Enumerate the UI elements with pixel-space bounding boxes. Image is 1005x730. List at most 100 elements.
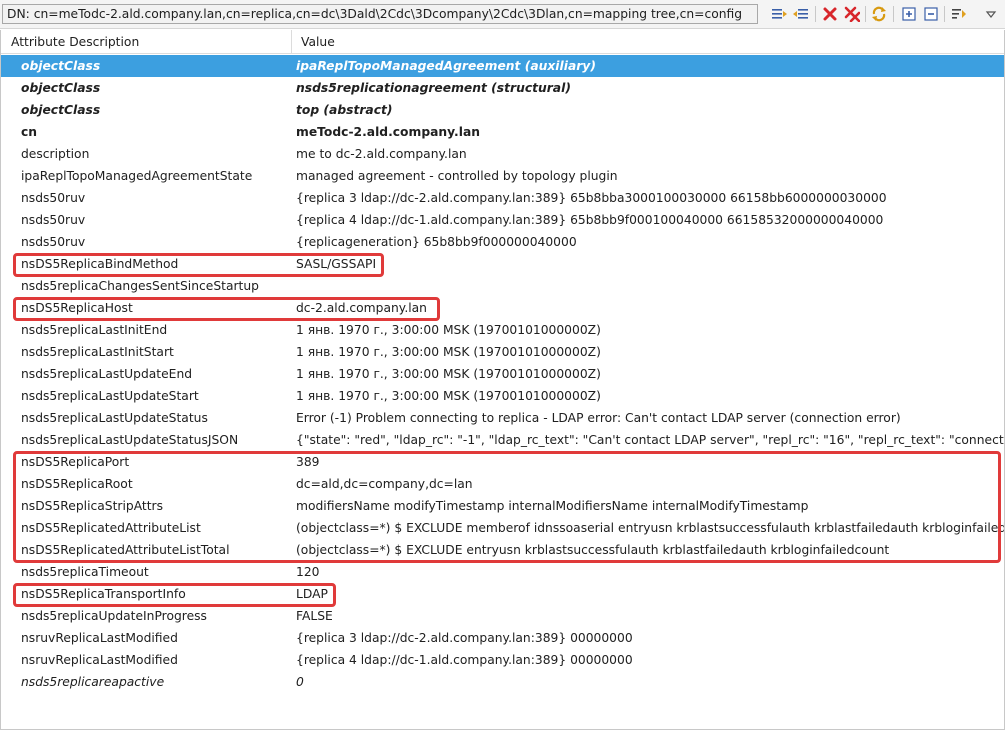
value-cell: {replicageneration} 65b8bb9f000000040000 [296, 235, 577, 249]
attribute-cell: nsDS5ReplicaStripAttrs [21, 499, 163, 513]
attributes-table: Attribute Description Value objectClass i… [0, 30, 1005, 730]
view-menu-icon[interactable] [982, 5, 1000, 23]
collapse-icon[interactable] [922, 5, 940, 23]
delete-all-icon[interactable] [843, 5, 861, 23]
table-row[interactable]: nsDS5ReplicaHost dc-2.ald.company.lan [1, 297, 1004, 319]
table-body: objectClass ipaReplTopoManagedAgreement (… [1, 55, 1005, 693]
table-row[interactable]: cn meTodc-2.ald.company.lan [1, 121, 1004, 143]
value-cell: (objectclass=*) $ EXCLUDE entryusn krbla… [296, 543, 890, 557]
attribute-cell: nsDS5ReplicatedAttributeListTotal [21, 543, 230, 557]
value-cell: dc=ald,dc=company,dc=lan [296, 477, 473, 491]
attribute-cell: nsds5replicaLastUpdateEnd [21, 367, 193, 381]
attribute-cell: nsds5replicaTimeout [21, 565, 149, 579]
value-cell: SASL/GSSAPI [296, 257, 377, 271]
table-row[interactable]: nsds5replicaTimeout 120 [1, 561, 1004, 583]
attribute-cell: nsds5replicaChangesSentSinceStartup [21, 279, 259, 293]
value-cell: nsds5replicationagreement (structural) [296, 81, 571, 95]
value-cell: 1 янв. 1970 г., 3:00:00 MSK (19700101000… [296, 345, 601, 359]
value-cell: 120 [296, 565, 320, 579]
value-cell: 1 янв. 1970 г., 3:00:00 MSK (19700101000… [296, 367, 601, 381]
value-cell: me to dc-2.ald.company.lan [296, 147, 467, 161]
attribute-cell: nsds5replicaUpdateInProgress [21, 609, 207, 623]
attribute-cell: nsds5replicareapactive [21, 675, 165, 689]
column-header-value[interactable]: Value [293, 30, 1004, 54]
attribute-cell: ipaReplTopoManagedAgreementState [21, 169, 253, 183]
value-cell: meTodc-2.ald.company.lan [296, 125, 480, 139]
attribute-cell: nsruvReplicaLastModified [21, 653, 178, 667]
attribute-cell: nsds50ruv [21, 213, 86, 227]
table-row[interactable]: nsruvReplicaLastModified {replica 3 ldap:… [1, 627, 1004, 649]
attribute-cell: nsDS5ReplicaRoot [21, 477, 133, 491]
table-row[interactable]: nsruvReplicaLastModified {replica 4 ldap:… [1, 649, 1004, 671]
table-row[interactable]: nsds5replicaUpdateInProgress FALSE [1, 605, 1004, 627]
table-row[interactable]: objectClass top (abstract) [1, 99, 1004, 121]
table-row[interactable]: ipaReplTopoManagedAgreementState managed … [1, 165, 1004, 187]
value-cell: managed agreement - controlled by topolo… [296, 169, 618, 183]
column-header-attribute[interactable]: Attribute Description [1, 30, 292, 54]
table-row[interactable]: nsDS5ReplicaStripAttrs modifiersName modi… [1, 495, 1004, 517]
value-cell: 1 янв. 1970 г., 3:00:00 MSK (19700101000… [296, 323, 601, 337]
attribute-cell: nsds50ruv [21, 235, 86, 249]
attribute-cell: nsds50ruv [21, 191, 86, 205]
value-cell: {replica 3 ldap://dc-2.ald.company.lan:3… [296, 631, 633, 645]
value-cell: {replica 3 ldap://dc-2.ald.company.lan:3… [296, 191, 887, 205]
expand-all-icon[interactable] [770, 5, 788, 23]
table-row[interactable]: nsDS5ReplicaTransportInfo LDAP [1, 583, 1004, 605]
value-cell: {replica 4 ldap://dc-1.ald.company.lan:3… [296, 213, 884, 227]
table-row[interactable]: nsds50ruv {replica 3 ldap://dc-2.ald.comp… [1, 187, 1004, 209]
attribute-cell: nsDS5ReplicaHost [21, 301, 133, 315]
attribute-cell: nsDS5ReplicatedAttributeList [21, 521, 201, 535]
value-cell: FALSE [296, 609, 333, 623]
value-cell: {replica 4 ldap://dc-1.ald.company.lan:3… [296, 653, 633, 667]
attribute-cell: nsds5replicaLastInitStart [21, 345, 174, 359]
expand-icon[interactable] [900, 5, 918, 23]
value-cell: {"state": "red", "ldap_rc": "-1", "ldap_… [296, 433, 1005, 447]
value-cell: (objectclass=*) $ EXCLUDE memberof idnss… [296, 521, 1005, 535]
table-row[interactable]: nsDS5ReplicaPort 389 [1, 451, 1004, 473]
attribute-cell: nsds5replicaLastInitEnd [21, 323, 168, 337]
attribute-cell: nsruvReplicaLastModified [21, 631, 178, 645]
table-row[interactable]: objectClass ipaReplTopoManagedAgreement (… [1, 55, 1004, 77]
entry-editor-toolbar: DN: cn=meTodc-2.ald.company.lan,cn=repli… [0, 0, 1005, 29]
table-row[interactable]: nsds5replicaLastUpdateEnd 1 янв. 1970 г.,… [1, 363, 1004, 385]
table-row[interactable]: nsDS5ReplicaRoot dc=ald,dc=company,dc=lan [1, 473, 1004, 495]
attribute-cell: nsDS5ReplicaPort [21, 455, 130, 469]
collapse-all-icon[interactable] [792, 5, 810, 23]
attribute-cell: nsDS5ReplicaTransportInfo [21, 587, 186, 601]
attribute-cell: cn [21, 125, 38, 139]
table-row[interactable]: nsDS5ReplicaBindMethod SASL/GSSAPI [1, 253, 1004, 275]
attribute-cell: objectClass [21, 81, 101, 95]
attribute-cell: description [21, 147, 90, 161]
table-row[interactable]: nsds5replicaLastInitEnd 1 янв. 1970 г., 3… [1, 319, 1004, 341]
table-row[interactable]: nsds5replicaLastInitStart 1 янв. 1970 г.,… [1, 341, 1004, 363]
value-cell: 0 [296, 675, 304, 689]
value-cell: ipaReplTopoManagedAgreement (auxiliary) [296, 59, 596, 73]
value-cell: modifiersName modifyTimestamp internalMo… [296, 499, 809, 513]
value-cell: LDAP [296, 587, 328, 601]
value-cell: Error (-1) Problem connecting to replica… [296, 411, 901, 425]
table-row[interactable]: nsds5replicaLastUpdateStatusJSON {"state"… [1, 429, 1005, 451]
table-row[interactable]: nsds50ruv {replicageneration} 65b8bb9f000… [1, 231, 1004, 253]
table-row[interactable]: description me to dc-2.ald.company.lan [1, 143, 1004, 165]
table-row[interactable]: nsDS5ReplicatedAttributeListTotal (object… [1, 539, 1004, 561]
table-header: Attribute Description Value [1, 30, 1004, 54]
sort-icon[interactable] [950, 5, 968, 23]
table-row[interactable]: nsds5replicaLastUpdateStatus Error (-1) P… [1, 407, 1004, 429]
table-row[interactable]: nsDS5ReplicatedAttributeList (objectclass… [1, 517, 1005, 539]
attribute-cell: objectClass [21, 59, 101, 73]
delete-value-icon[interactable] [821, 5, 839, 23]
value-cell: 1 янв. 1970 г., 3:00:00 MSK (19700101000… [296, 389, 601, 403]
table-row[interactable]: nsds5replicareapactive 0 [1, 671, 1004, 693]
table-row[interactable]: nsds50ruv {replica 4 ldap://dc-1.ald.comp… [1, 209, 1004, 231]
table-row[interactable]: nsds5replicaChangesSentSinceStartup [1, 275, 1004, 297]
attribute-cell: nsds5replicaLastUpdateStart [21, 389, 199, 403]
table-row[interactable]: objectClass nsds5replicationagreement (st… [1, 77, 1004, 99]
attribute-cell: nsDS5ReplicaBindMethod [21, 257, 179, 271]
table-row[interactable]: nsds5replicaLastUpdateStart 1 янв. 1970 г… [1, 385, 1004, 407]
dn-field[interactable]: DN: cn=meTodc-2.ald.company.lan,cn=repli… [2, 4, 758, 24]
value-cell: dc-2.ald.company.lan [296, 301, 427, 315]
value-cell: 389 [296, 455, 320, 469]
value-cell: top (abstract) [296, 103, 393, 117]
refresh-icon[interactable] [870, 5, 888, 23]
attribute-cell: nsds5replicaLastUpdateStatus [21, 411, 208, 425]
